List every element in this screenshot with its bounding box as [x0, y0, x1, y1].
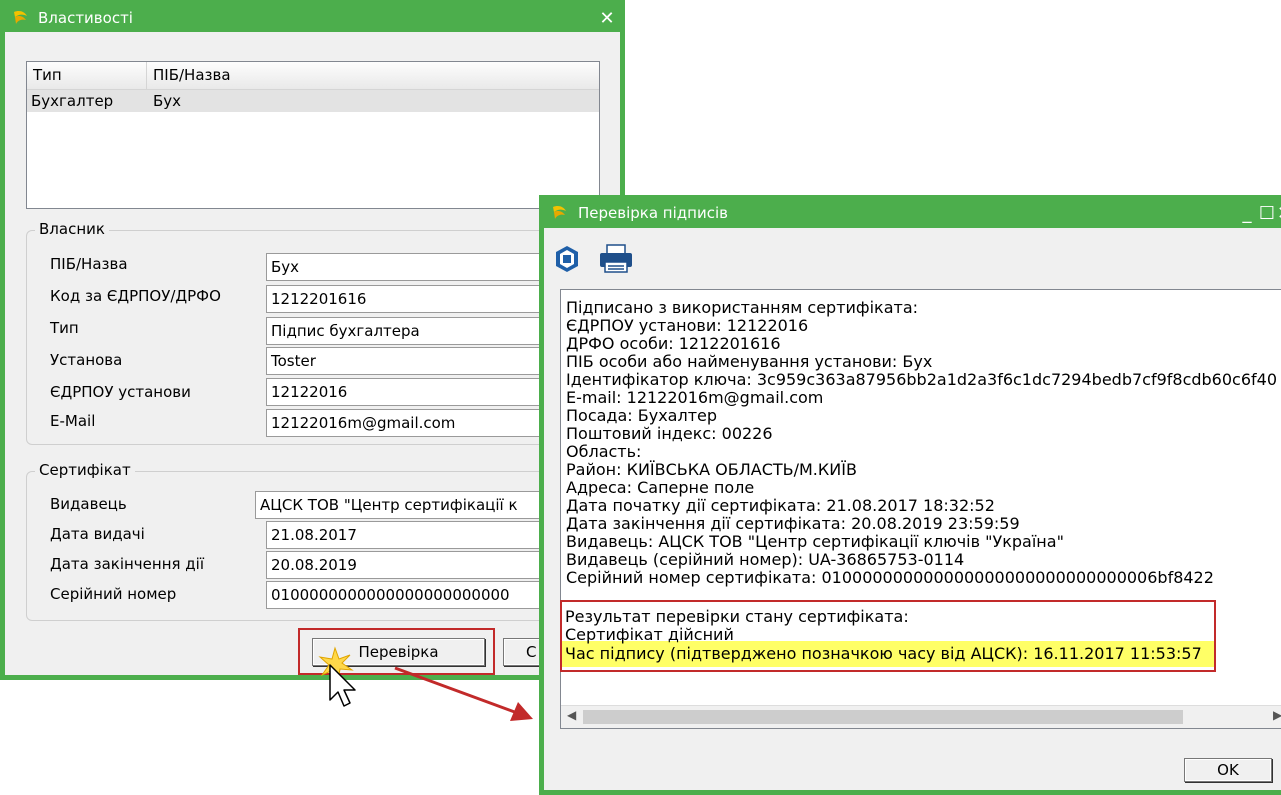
mouse-cursor-icon [329, 664, 356, 707]
arrow-icon [394, 666, 533, 721]
annotation-overlay [318, 646, 533, 721]
